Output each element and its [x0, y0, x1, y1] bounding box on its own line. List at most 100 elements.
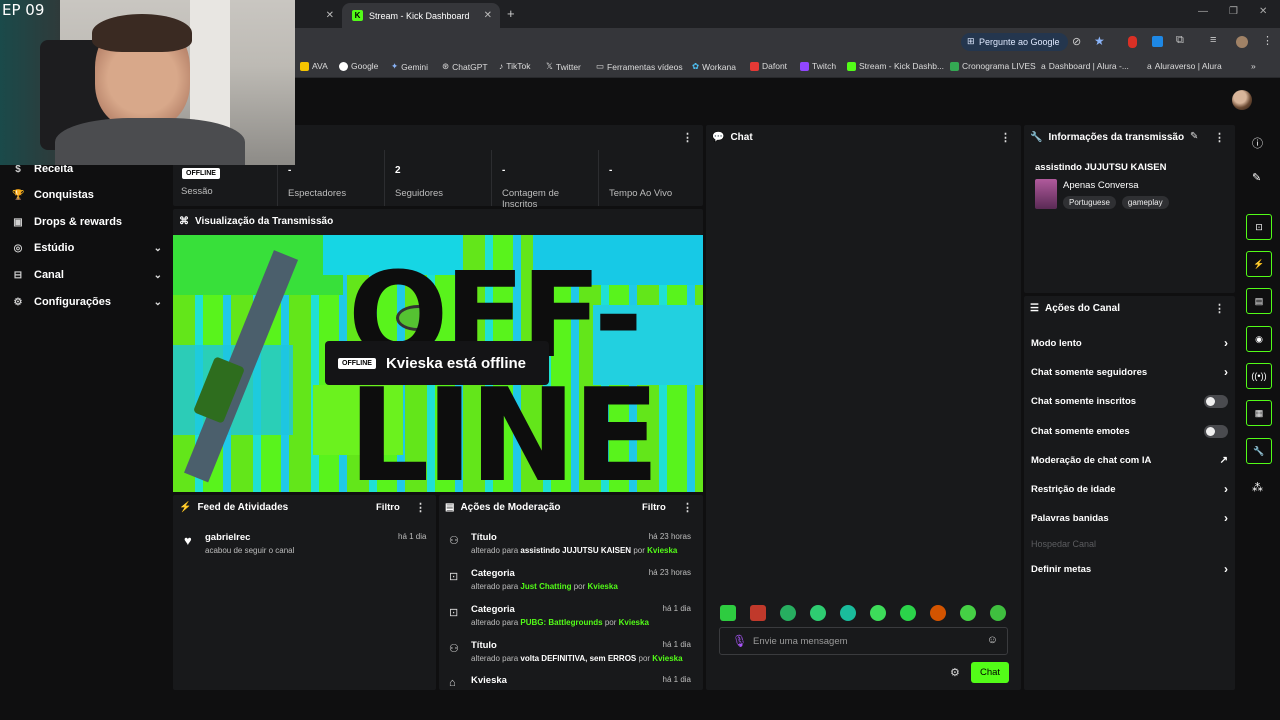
microphone-icon[interactable]: 🎙 [732, 634, 747, 648]
emotes-only-toggle[interactable] [1204, 425, 1228, 438]
action-label: Chat somente seguidores [1031, 367, 1148, 378]
extension-blue-icon[interactable] [1152, 36, 1163, 47]
action-slow-mode[interactable]: Modo lento › [1031, 336, 1228, 350]
action-age-restriction[interactable]: Restrição de idade › [1031, 482, 1228, 496]
emote-icon[interactable] [840, 605, 856, 621]
sidebar-item-label: Canal [34, 269, 64, 281]
mod-item-desc: alterado para Just Chatting por Kvieska [471, 582, 618, 591]
emoji-icon[interactable]: ☺ [987, 634, 998, 646]
bookmark-dafont[interactable]: Dafont [750, 61, 787, 71]
extensions-puzzle-icon[interactable]: ⧉ [1176, 34, 1184, 47]
media-control-icon[interactable]: ≡ [1210, 34, 1216, 46]
emote-icon[interactable] [750, 605, 766, 621]
mod-user[interactable]: Kvieska [647, 546, 677, 555]
document-icon[interactable]: ▤ [1246, 288, 1272, 314]
more-options-icon[interactable]: ⋮ [1214, 302, 1225, 315]
bolt-icon[interactable]: ⚡ [1246, 251, 1272, 277]
user-avatar[interactable] [1232, 90, 1252, 110]
sidebar-item-configuracoes[interactable]: ⚙ Configurações ⌄ [12, 296, 162, 308]
mod-user[interactable]: Kvieska [588, 582, 618, 591]
heart-icon: ♥ [184, 533, 192, 548]
more-options-icon[interactable]: ⋮ [1214, 131, 1225, 144]
gear-icon: ⚙ [13, 296, 23, 308]
bookmarks-overflow-icon[interactable]: » [1251, 61, 1256, 71]
wrench-icon[interactable]: 🔧 [1246, 438, 1272, 464]
bookmark-gemini[interactable]: ✦ Gemini [391, 61, 428, 72]
bookmark-ferramentas[interactable]: ▭ Ferramentas vídeos [596, 61, 683, 72]
extension-red-icon[interactable] [1128, 36, 1137, 48]
mod-item-desc: alterado para volta DEFINITIVA, sem ERRO… [471, 654, 683, 663]
more-options-icon[interactable]: ⋮ [682, 501, 693, 514]
bookmark-kick-dashboard[interactable]: Stream - Kick Dashb... [847, 61, 944, 71]
close-tab-icon[interactable]: ✕ [484, 10, 492, 21]
browser-tab-kick[interactable]: K Stream - Kick Dashboard ✕ [342, 3, 500, 28]
sidebar-item-drops[interactable]: ▣ Drops & rewards [12, 216, 162, 228]
bookmark-aluraverso[interactable]: a Aluraverso | Alura [1147, 61, 1222, 71]
action-emotes-only: Chat somente emotes [1031, 425, 1228, 438]
bookmark-workana[interactable]: ✿ Workana [692, 61, 736, 72]
feed-user[interactable]: gabrielrec [205, 532, 250, 543]
bookmark-chatgpt[interactable]: ⊛ ChatGPT [442, 61, 488, 72]
close-window-icon[interactable]: ✕ [1259, 6, 1267, 17]
profile-avatar-icon[interactable] [1236, 36, 1248, 48]
info-icon[interactable]: ⓘ [1252, 135, 1263, 151]
emote-icon[interactable] [900, 605, 916, 621]
emote-icon[interactable] [990, 605, 1006, 621]
subscribers-only-toggle[interactable] [1204, 395, 1228, 408]
edit-pencil-icon[interactable]: ✎ [1252, 171, 1261, 184]
browser-menu-icon[interactable]: ⋮ [1262, 34, 1273, 47]
chat-settings-gear-icon[interactable]: ⚙ [950, 666, 960, 679]
more-options-icon[interactable]: ⋮ [682, 131, 693, 144]
emote-icon[interactable] [720, 605, 736, 621]
action-set-goals[interactable]: Definir metas › [1031, 562, 1228, 576]
dafont-icon [750, 61, 759, 71]
moderation-panel: ▤ Ações de Moderação Filtro ⋮ ⚇ Título há… [439, 495, 703, 690]
send-chat-button[interactable]: Chat [971, 662, 1009, 683]
feed-action: acabou de seguir o canal [205, 546, 295, 555]
bookmark-alura-dashboard[interactable]: a Dashboard | Alura -... [1041, 61, 1129, 71]
mod-user[interactable]: Kvieska [652, 654, 682, 663]
action-ai-moderation[interactable]: Moderação de chat com IA ↗ [1031, 455, 1228, 466]
emote-icon[interactable] [780, 605, 796, 621]
tiktok-icon: ♪ [499, 61, 504, 71]
emote-icon[interactable] [810, 605, 826, 621]
restore-icon[interactable]: ❐ [1229, 6, 1238, 17]
sidebar-item-estudio[interactable]: ◎ Estúdio ⌄ [12, 242, 162, 254]
action-banned-words[interactable]: Palavras banidas › [1031, 511, 1228, 525]
bookmark-cronograma[interactable]: Cronograma LIVES [950, 61, 1036, 71]
filter-button[interactable]: Filtro [376, 502, 400, 513]
layout-icon[interactable]: ▦ [1246, 400, 1272, 426]
sidebar-item-conquistas[interactable]: 🏆 Conquistas [12, 189, 162, 201]
broadcast-icon[interactable]: ((•)) [1246, 363, 1272, 389]
browser-tab-previous[interactable]: ✕ [296, 3, 342, 28]
close-tab-icon[interactable]: ✕ [326, 10, 334, 21]
capture-icon[interactable]: ⊡ [1246, 214, 1272, 240]
mod-user[interactable]: Kvieska [619, 618, 649, 627]
bookmark-ava[interactable]: AVA [300, 61, 328, 71]
eye-off-icon[interactable]: ⊘ [1072, 35, 1081, 48]
more-options-icon[interactable]: ⋮ [1000, 131, 1011, 144]
chat-message-input[interactable]: 🎙 Envie uma mensagem ☺ [719, 627, 1008, 655]
mod-by: por [573, 582, 586, 591]
minimize-icon[interactable]: — [1198, 6, 1208, 17]
chat-bubble-icon[interactable]: ◉ [1246, 326, 1272, 352]
more-options-icon[interactable]: ⋮ [415, 501, 426, 514]
add-widget-icon[interactable]: ⁂ [1252, 481, 1263, 494]
twitch-icon [800, 61, 809, 71]
bookmark-twitch[interactable]: Twitch [800, 61, 836, 71]
emote-icon[interactable] [930, 605, 946, 621]
bookmark-tiktok[interactable]: ♪ TikTok [499, 61, 531, 71]
filter-button[interactable]: Filtro [642, 502, 666, 513]
edit-pencil-icon[interactable]: ✎ [1190, 131, 1198, 142]
new-tab-icon[interactable]: + [507, 6, 515, 21]
action-followers-only[interactable]: Chat somente seguidores › [1031, 365, 1228, 379]
bookmark-google[interactable]: Google [339, 61, 378, 71]
emote-icon[interactable] [960, 605, 976, 621]
panel-title: Ações do Canal [1044, 303, 1120, 314]
ask-google-chip[interactable]: ⊞ Pergunte ao Google [961, 33, 1068, 51]
emote-icon[interactable] [870, 605, 886, 621]
bookmark-twitter[interactable]: 𝕏 Twitter [546, 61, 581, 72]
star-icon[interactable]: ★ [1094, 34, 1105, 48]
sidebar-item-canal[interactable]: ⊟ Canal ⌄ [12, 269, 162, 281]
sheets-icon [950, 61, 959, 71]
